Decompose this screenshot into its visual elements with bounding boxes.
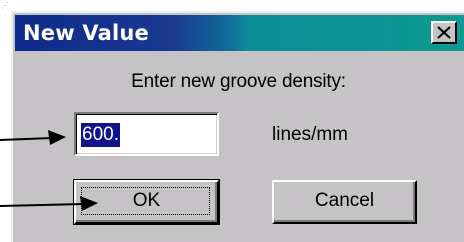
screenshot-canvas: ⋰ New Value Enter new groove density: 60… <box>0 0 464 242</box>
arrow-right-icon <box>0 130 66 145</box>
focus-rectangle <box>81 187 210 215</box>
close-button[interactable] <box>431 21 457 44</box>
groove-density-input[interactable]: 600. <box>74 112 219 156</box>
title-bar[interactable]: New Value <box>15 15 464 51</box>
cancel-button-label: Cancel <box>314 190 375 211</box>
arrow-right-icon <box>0 196 98 211</box>
corner-mark: ⋰ <box>1 1 9 10</box>
units-label: lines/mm <box>272 124 349 145</box>
prompt-label: Enter new groove density: <box>131 71 346 92</box>
close-icon <box>437 26 451 39</box>
cancel-button[interactable]: Cancel <box>272 180 417 224</box>
dialog-title: New Value <box>23 21 149 45</box>
input-value[interactable]: 600. <box>81 123 120 147</box>
